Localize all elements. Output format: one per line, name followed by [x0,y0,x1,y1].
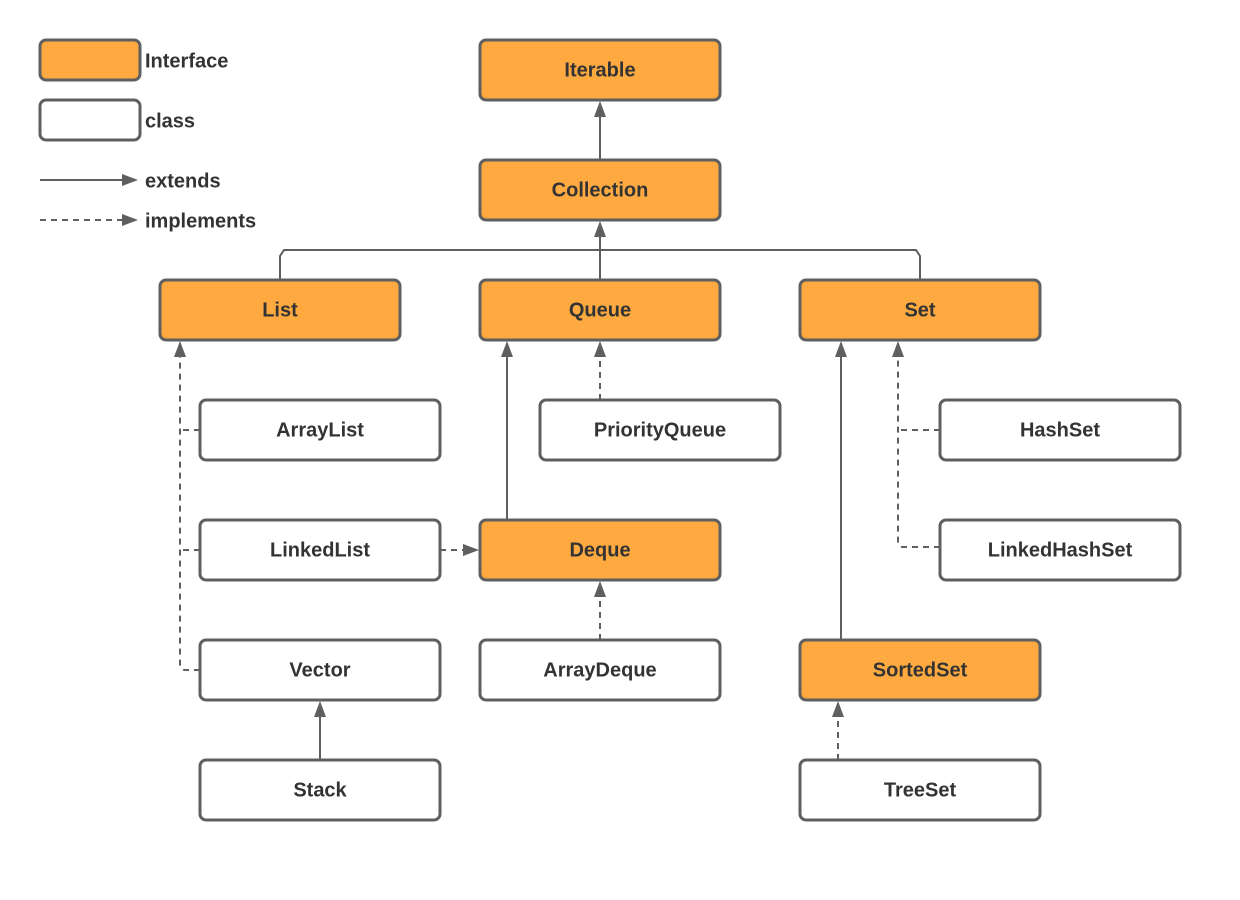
legend-implements-label: implements [145,210,256,232]
arrowhead-collection-to-iterable [594,101,606,117]
node-label: LinkedHashSet [988,539,1133,561]
arrowhead-linkedlist-to-deque [463,544,479,556]
arrowhead-sortedset-to-set [835,341,847,357]
arrowhead-stack-to-vector [314,701,326,717]
edge-list-extends-collection [279,249,600,280]
arrowhead-treeset-to-sortedset [832,701,844,717]
node-set[interactable]: Set [798,278,1042,342]
node-label: Iterable [564,59,635,81]
node-sortedset[interactable]: SortedSet [798,638,1042,702]
node-queue[interactable]: Queue [478,278,722,342]
node-linkedlist[interactable]: LinkedList [198,518,442,582]
node-list[interactable]: List [158,278,402,342]
node-label: Collection [552,179,649,201]
node-label: PriorityQueue [594,419,726,441]
node-arraydeque[interactable]: ArrayDeque [478,638,722,702]
arrowhead-vector-to-list [174,341,186,357]
node-label: HashSet [1020,419,1100,441]
node-label: TreeSet [884,779,957,801]
collection-hierarchy-diagram: Iterable Collection List Queue Set ArrayList L… [38,38,1182,822]
edge-linkedhashset-implements-set [897,355,940,548]
arrowhead-queue-to-collection [594,221,606,237]
node-vector[interactable]: Vector [198,638,442,702]
node-iterable[interactable]: Iterable [478,38,722,102]
node-label: ArrayDeque [543,659,656,681]
node-deque[interactable]: Deque [478,518,722,582]
edge-vector-implements-list [179,355,200,671]
node-label: SortedSet [873,659,968,681]
node-priorityqueue[interactable]: PriorityQueue [538,398,782,462]
node-treeset[interactable]: TreeSet [798,758,1042,822]
node-label: List [262,299,298,321]
legend-extends-label: extends [145,170,221,192]
node-collection[interactable]: Collection [478,158,722,222]
node-label: Deque [569,539,630,561]
arrowhead-arraydeque-to-deque [594,581,606,597]
arrowhead-linkedhashset-to-set [892,341,904,357]
node-label: Stack [293,779,347,801]
node-hashset[interactable]: HashSet [938,398,1182,462]
legend-interface-label: Interface [145,50,228,72]
legend-extends-arrowhead [122,174,138,186]
legend-class-swatch [38,98,142,142]
arrowhead-priorityqueue-to-queue [594,341,606,357]
arrowhead-deque-to-queue [501,341,513,357]
legend-implements-arrowhead [122,214,138,226]
node-label: Set [904,299,935,321]
legend-class-label: class [145,110,195,132]
node-linkedhashset[interactable]: LinkedHashSet [938,518,1182,582]
node-label: LinkedList [270,539,370,561]
edge-set-extends-collection [600,249,921,280]
node-label: Queue [569,299,631,321]
node-label: ArrayList [276,419,364,441]
node-arraylist[interactable]: ArrayList [198,398,442,462]
legend-interface-swatch [38,38,142,82]
legend: Interface class extends implements [38,38,256,232]
node-stack[interactable]: Stack [198,758,442,822]
nodes-layer: Iterable Collection List Queue Set ArrayList L… [158,38,1182,822]
node-label: Vector [289,659,350,681]
